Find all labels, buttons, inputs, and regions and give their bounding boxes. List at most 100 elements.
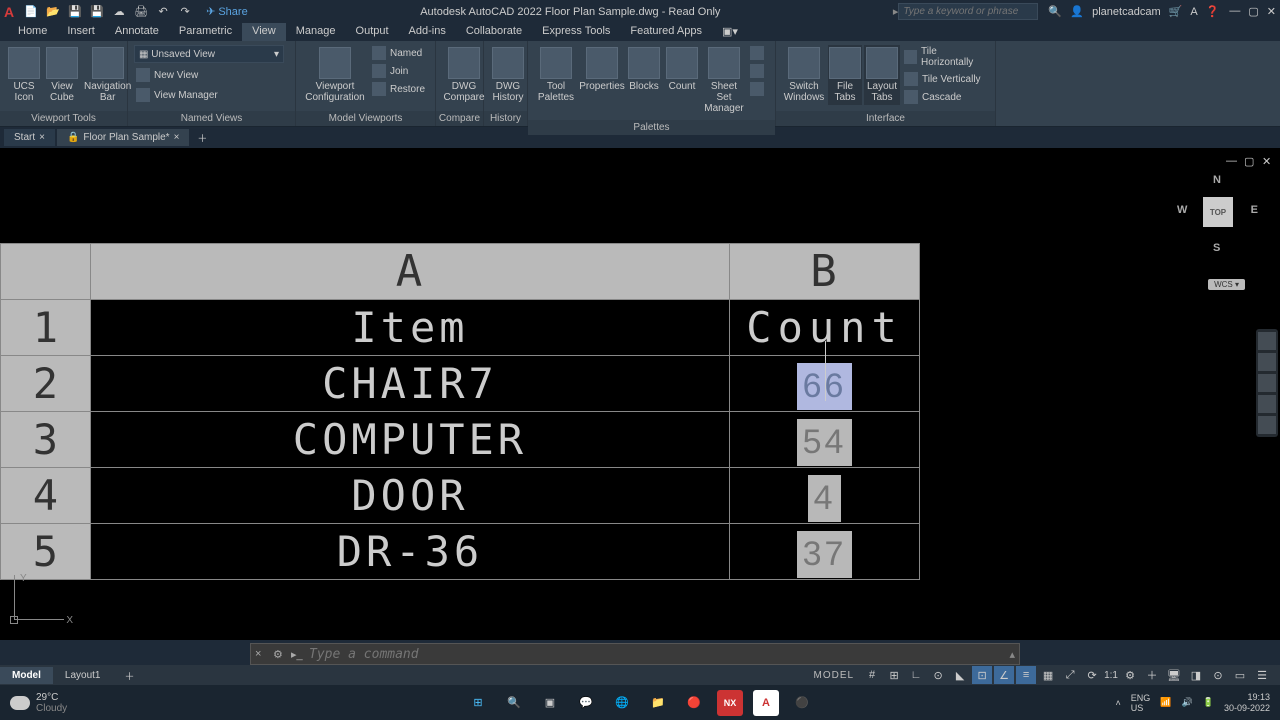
ucs-origin-icon[interactable]: YX	[10, 575, 65, 630]
palette-small-1[interactable]	[748, 45, 766, 61]
command-input[interactable]	[309, 647, 1003, 662]
nav-showmotion-icon[interactable]	[1258, 416, 1276, 434]
qat-undo-icon[interactable]: ↶	[155, 4, 171, 20]
viewcube-north[interactable]: N	[1213, 174, 1221, 186]
status-iso-icon[interactable]: ◣	[950, 666, 970, 684]
viewcube[interactable]: N S E W TOP	[1175, 169, 1260, 254]
qat-new-icon[interactable]: 📄	[23, 4, 39, 20]
status-hardware-icon[interactable]: ⊙	[1208, 666, 1228, 684]
tool-palettes-button[interactable]: ToolPalettes	[534, 45, 578, 105]
view-max-icon[interactable]: ▢	[1244, 155, 1256, 167]
new-view-button[interactable]: New View	[134, 67, 200, 83]
help-icon[interactable]: ❓	[1206, 5, 1220, 18]
nav-orbit-icon[interactable]	[1258, 395, 1276, 413]
layout-tab-add[interactable]: ＋	[112, 665, 146, 686]
count-field[interactable]: 37	[797, 531, 853, 578]
palette-small-2[interactable]	[748, 63, 766, 79]
tab-featured-apps[interactable]: Featured Apps	[620, 23, 712, 41]
viewcube-west[interactable]: W	[1177, 204, 1187, 216]
taskview-icon[interactable]: ▣	[537, 690, 563, 716]
vp-restore-button[interactable]: Restore	[370, 81, 427, 97]
language-indicator[interactable]: ENGUS	[1131, 693, 1151, 713]
row-number[interactable]: 4	[1, 468, 91, 524]
view-manager-button[interactable]: View Manager	[134, 87, 220, 103]
nav-wheel-icon[interactable]	[1258, 332, 1276, 350]
minimize-button[interactable]: —	[1229, 5, 1240, 18]
status-transparency-icon[interactable]: ▦	[1038, 666, 1058, 684]
cell-count[interactable]: 37	[730, 524, 920, 580]
viewcube-top[interactable]: TOP	[1203, 197, 1233, 227]
properties-button[interactable]: Properties	[580, 45, 624, 94]
cascade-button[interactable]: Cascade	[902, 89, 989, 105]
search-go-icon[interactable]: 🔍	[1048, 5, 1062, 19]
tile-vertical-button[interactable]: Tile Vertically	[902, 71, 989, 87]
close-icon[interactable]: ×	[39, 132, 45, 143]
nav-pan-icon[interactable]	[1258, 353, 1276, 371]
viewport-config-button[interactable]: ViewportConfiguration	[302, 45, 368, 105]
volume-icon[interactable]: 🔊	[1182, 697, 1193, 708]
close-icon[interactable]: ×	[174, 132, 180, 143]
status-osnap-icon[interactable]: ⊡	[972, 666, 992, 684]
status-cycle-icon[interactable]: ⟳	[1082, 666, 1102, 684]
app-home-icon[interactable]: A	[1190, 6, 1197, 18]
table-row[interactable]: 1 Item Count	[1, 300, 920, 356]
cmd-expand-icon[interactable]: ▴	[1009, 648, 1015, 661]
table-row[interactable]: 4 DOOR 4	[1, 468, 920, 524]
cmd-close-icon[interactable]: ×	[255, 648, 267, 660]
status-clean-icon[interactable]: ▭	[1230, 666, 1250, 684]
close-button[interactable]: ✕	[1267, 5, 1276, 18]
tab-output[interactable]: Output	[346, 23, 399, 41]
layout-tabs-button[interactable]: LayoutTabs	[864, 45, 900, 105]
ucs-icon-button[interactable]: UCSIcon	[6, 45, 42, 105]
layout-tab-layout1[interactable]: Layout1	[53, 667, 113, 684]
start-button[interactable]: ⊞	[465, 690, 491, 716]
table-row[interactable]: 3 COMPUTER 54	[1, 412, 920, 468]
sheet-set-button[interactable]: Sheet SetManager	[702, 45, 746, 116]
row-number[interactable]: 1	[1, 300, 91, 356]
nav-zoom-icon[interactable]	[1258, 374, 1276, 392]
user-icon[interactable]: 👤	[1070, 5, 1084, 18]
count-button[interactable]: Count	[664, 45, 700, 94]
row-number[interactable]: 2	[1, 356, 91, 412]
cell-count[interactable]: 66	[730, 356, 920, 412]
blocks-button[interactable]: Blocks	[626, 45, 662, 94]
tab-view[interactable]: View	[242, 23, 286, 41]
battery-icon[interactable]: 🔋	[1203, 697, 1214, 708]
status-customize-icon[interactable]: ☰	[1252, 666, 1272, 684]
command-line[interactable]: × ⚙ ▸_ ▴	[250, 643, 1020, 665]
layout-tab-model[interactable]: Model	[0, 667, 53, 684]
file-tabs-button[interactable]: FileTabs	[828, 45, 862, 105]
qat-redo-icon[interactable]: ↷	[177, 4, 193, 20]
cell-item[interactable]: DOOR	[90, 468, 729, 524]
edge-icon[interactable]: 🌐	[609, 690, 635, 716]
col-header-b[interactable]: B	[730, 244, 920, 300]
qat-open-icon[interactable]: 📂	[45, 4, 61, 20]
vp-join-button[interactable]: Join	[370, 63, 427, 79]
user-name[interactable]: planetcadcam	[1092, 6, 1161, 18]
tile-horizontal-button[interactable]: Tile Horizontally	[902, 45, 989, 69]
qat-cloud-icon[interactable]: ☁	[111, 4, 127, 20]
cmd-customize-icon[interactable]: ⚙	[273, 648, 285, 660]
explorer-icon[interactable]: 📁	[645, 690, 671, 716]
count-field[interactable]: 54	[797, 419, 853, 466]
navbar-button[interactable]: NavigationBar	[82, 45, 133, 105]
cell-item[interactable]: CHAIR7	[90, 356, 729, 412]
row-number[interactable]: 5	[1, 524, 91, 580]
doctab-start[interactable]: Start×	[4, 129, 55, 146]
panel-viewport-tools[interactable]: Viewport Tools	[0, 111, 127, 126]
search-input[interactable]	[898, 3, 1038, 20]
status-sc-icon[interactable]: ⤢	[1060, 666, 1080, 684]
qat-plot-icon[interactable]: 🖨	[133, 4, 149, 20]
status-snap-icon[interactable]: ⊞	[884, 666, 904, 684]
table-row[interactable]: 5 DR-36 37	[1, 524, 920, 580]
table-row[interactable]: 2 CHAIR7 66	[1, 356, 920, 412]
tab-addins[interactable]: Add-ins	[399, 23, 456, 41]
viewcube-east[interactable]: E	[1251, 204, 1258, 216]
dwg-history-button[interactable]: DWGHistory	[490, 45, 526, 105]
cell-count[interactable]: 4	[730, 468, 920, 524]
wcs-dropdown[interactable]: WCS ▾	[1208, 279, 1245, 290]
navigation-bar[interactable]	[1256, 329, 1278, 437]
status-plus-icon[interactable]: ＋	[1142, 666, 1162, 684]
cell-item-header[interactable]: Item	[90, 300, 729, 356]
status-ortho-icon[interactable]: ∟	[906, 666, 926, 684]
